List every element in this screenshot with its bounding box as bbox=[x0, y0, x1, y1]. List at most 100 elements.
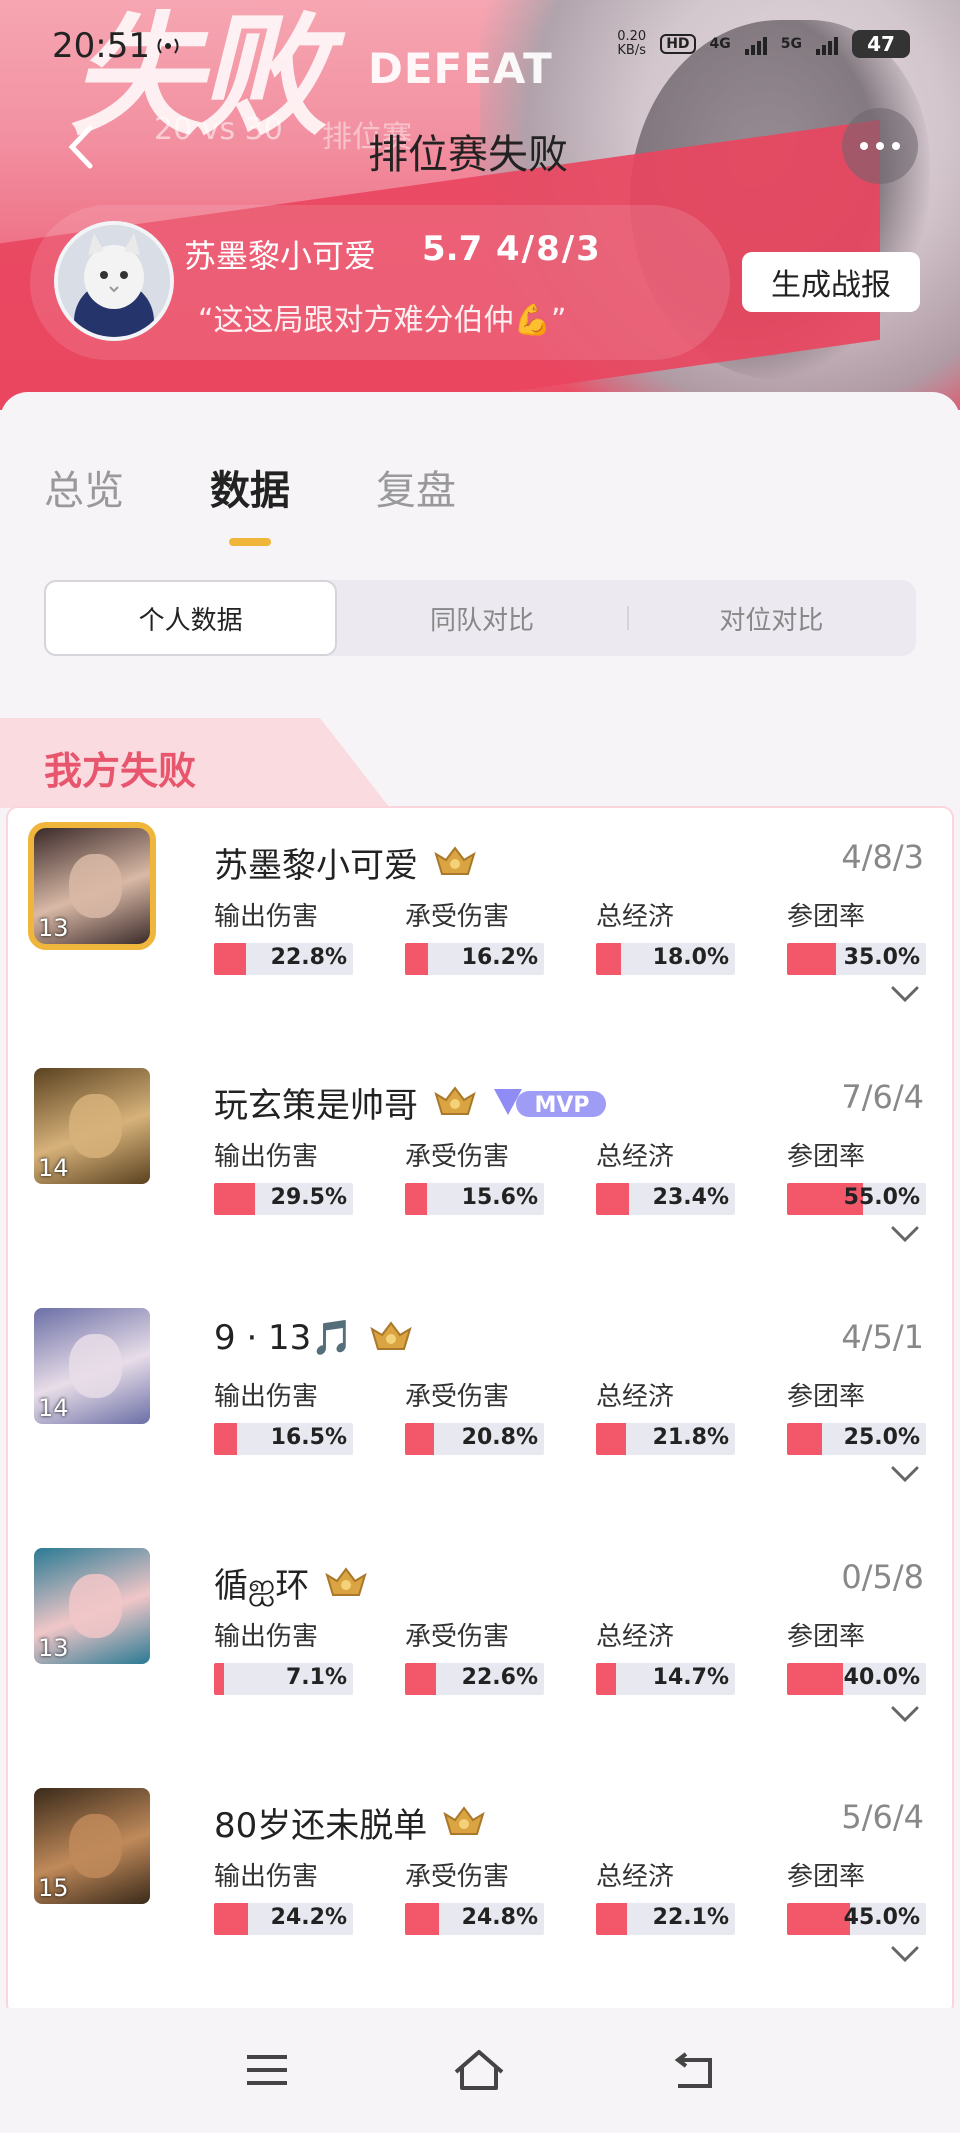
stat-column: 参团率 35.0% bbox=[787, 896, 926, 975]
network-5g: 5G bbox=[780, 36, 802, 52]
teammate-kda: 7/6/4 bbox=[841, 1078, 924, 1116]
stat-bar: 18.0% bbox=[596, 943, 735, 975]
chevron-down-icon[interactable] bbox=[890, 1704, 920, 1724]
menu-icon[interactable] bbox=[246, 2052, 288, 2088]
hero-portrait[interactable]: 14 bbox=[34, 1308, 150, 1424]
stat-column: 输出伤害 16.5% bbox=[214, 1376, 353, 1455]
segment-personal[interactable]: 个人数据 bbox=[44, 580, 338, 656]
stat-value: 35.0% bbox=[843, 945, 920, 970]
stat-value: 18.0% bbox=[652, 945, 729, 970]
stat-value: 22.8% bbox=[270, 945, 347, 970]
home-icon[interactable] bbox=[452, 2048, 506, 2092]
player-row[interactable]: 13 循ஐ环 0/5/8 输出伤害 7.1% 承受伤害 22.6% 总经济 14.7% 参团率 40… bbox=[8, 1528, 956, 1768]
tab-replay[interactable]: 复盘 bbox=[376, 458, 456, 516]
stat-bar-fill bbox=[596, 943, 622, 975]
tab-overview[interactable]: 总览 bbox=[44, 458, 124, 516]
stat-column: 输出伤害 7.1% bbox=[214, 1616, 353, 1695]
more-menu-button[interactable] bbox=[842, 108, 918, 184]
stat-label: 参团率 bbox=[787, 1862, 866, 1892]
rank-badge-icon bbox=[434, 845, 476, 875]
system-nav-bar bbox=[0, 2008, 960, 2133]
avatar[interactable] bbox=[54, 221, 174, 341]
stat-label: 输出伤害 bbox=[214, 1142, 319, 1172]
stat-bar-fill bbox=[405, 1183, 427, 1215]
generate-report-button[interactable]: 生成战报 bbox=[742, 252, 920, 312]
stat-column: 总经济 23.4% bbox=[596, 1136, 735, 1215]
stat-column: 承受伤害 16.2% bbox=[405, 896, 544, 975]
back-nav-icon[interactable] bbox=[672, 2052, 716, 2090]
hero-portrait[interactable]: 13 bbox=[28, 822, 156, 950]
tab-data[interactable]: 数据 bbox=[210, 458, 290, 516]
stat-column: 承受伤害 15.6% bbox=[405, 1136, 544, 1215]
avatar-cat-image bbox=[58, 225, 170, 337]
chevron-down-icon[interactable] bbox=[890, 1944, 920, 1964]
content-sheet: 总览 数据 复盘 个人数据 同队对比 对位对比 我方失败 13 苏墨黎小可爱 4/8… bbox=[0, 392, 960, 2016]
mvp-label: MVP bbox=[534, 1093, 589, 1118]
hero-face bbox=[68, 853, 123, 919]
teammate-name: 80岁还未脱单 bbox=[214, 1806, 428, 1846]
stat-value: 40.0% bbox=[843, 1665, 920, 1690]
stat-bar-fill bbox=[405, 1423, 434, 1455]
mvp-badge-icon: MVP bbox=[494, 1088, 606, 1118]
stat-bar-fill bbox=[596, 1663, 617, 1695]
stat-bar-fill bbox=[405, 1663, 437, 1695]
segment-lane-compare[interactable]: 对位对比 bbox=[626, 580, 916, 656]
section-header: 我方失败 bbox=[0, 718, 960, 808]
network-4g: 4G bbox=[709, 36, 731, 52]
teammate-kda: 0/5/8 bbox=[841, 1558, 924, 1596]
player-name-line: 玩玄策是帅哥 MVP bbox=[214, 1078, 610, 1127]
stat-value: 55.0% bbox=[843, 1185, 920, 1210]
teammate-kda: 5/6/4 bbox=[841, 1798, 924, 1836]
hero-portrait[interactable]: 15 bbox=[34, 1788, 150, 1904]
stat-column: 承受伤害 24.8% bbox=[405, 1856, 544, 1935]
stat-label: 参团率 bbox=[787, 1382, 866, 1412]
stat-bar-fill bbox=[214, 1183, 255, 1215]
battery-icon: 47 bbox=[852, 30, 910, 58]
player-row[interactable]: 13 苏墨黎小可爱 4/8/3 输出伤害 22.8% 承受伤害 16.2% 总经济 18.0% 参… bbox=[8, 808, 956, 1048]
stat-bar: 23.4% bbox=[596, 1183, 735, 1215]
stat-column: 总经济 21.8% bbox=[596, 1376, 735, 1455]
stat-bar: 20.8% bbox=[405, 1423, 544, 1455]
stat-column: 总经济 18.0% bbox=[596, 896, 735, 975]
hero-face bbox=[68, 1813, 123, 1879]
chevron-down-icon[interactable] bbox=[890, 984, 920, 1004]
player-stats-list: 13 苏墨黎小可爱 4/8/3 输出伤害 22.8% 承受伤害 16.2% 总经济 18.0% 参… bbox=[6, 806, 954, 2016]
stat-label: 输出伤害 bbox=[214, 902, 319, 932]
stat-label: 总经济 bbox=[596, 1622, 675, 1652]
stat-group: 输出伤害 7.1% 承受伤害 22.6% 总经济 14.7% 参团率 40.0% bbox=[214, 1616, 926, 1695]
stat-group: 输出伤害 24.2% 承受伤害 24.8% 总经济 22.1% 参团率 45.0% bbox=[214, 1856, 926, 1935]
player-row[interactable]: 14 9 · 13🎵 4/5/1 输出伤害 16.5% 承受伤害 20.8% 总经济 21.8%… bbox=[8, 1288, 956, 1528]
stat-bar-fill bbox=[214, 1423, 237, 1455]
player-row[interactable]: 15 80岁还未脱单 5/6/4 输出伤害 24.2% 承受伤害 24.8% 总经济 22.1%… bbox=[8, 1768, 956, 2008]
stat-value: 45.0% bbox=[843, 1905, 920, 1930]
rank-badge-icon bbox=[325, 1567, 367, 1596]
segment-team-compare[interactable]: 同队对比 bbox=[337, 580, 626, 656]
player-name-line: 80岁还未脱单 bbox=[214, 1798, 485, 1847]
hero-portrait[interactable]: 14 bbox=[34, 1068, 150, 1184]
stat-bar-fill bbox=[405, 1903, 440, 1935]
chevron-down-icon[interactable] bbox=[890, 1464, 920, 1484]
player-row[interactable]: 14 玩玄策是帅哥 MVP 7/6/4 输出伤害 29.5% 承受伤害 15.6% 总经济 23.… bbox=[8, 1048, 956, 1288]
stat-value: 15.6% bbox=[461, 1185, 538, 1210]
chevron-down-icon[interactable] bbox=[890, 1224, 920, 1244]
stat-bar: 16.2% bbox=[405, 943, 544, 975]
status-bar: 20:51 0.20 KB/s HD 4G 5G 47 bbox=[0, 0, 960, 92]
stat-value: 7.1% bbox=[285, 1665, 347, 1690]
network-speed: 0.20 KB/s bbox=[617, 30, 646, 58]
back-arrow-icon[interactable] bbox=[62, 122, 98, 172]
speed-unit: KB/s bbox=[617, 43, 647, 58]
stat-label: 承受伤害 bbox=[405, 1142, 510, 1172]
stat-bar-fill bbox=[787, 1903, 850, 1935]
stat-bar-fill bbox=[787, 1423, 822, 1455]
stat-column: 总经济 22.1% bbox=[596, 1856, 735, 1935]
stat-value: 29.5% bbox=[270, 1185, 347, 1210]
stat-label: 输出伤害 bbox=[214, 1622, 319, 1652]
player-kda: 4/8/3 bbox=[496, 229, 602, 269]
stat-bar-fill bbox=[214, 1663, 224, 1695]
stat-label: 总经济 bbox=[596, 1862, 675, 1892]
stat-column: 承受伤害 20.8% bbox=[405, 1376, 544, 1455]
stat-column: 承受伤害 22.6% bbox=[405, 1616, 544, 1695]
hero-portrait[interactable]: 13 bbox=[34, 1548, 150, 1664]
stat-bar-fill bbox=[405, 943, 428, 975]
teammate-name: 苏墨黎小可爱 bbox=[214, 846, 418, 886]
